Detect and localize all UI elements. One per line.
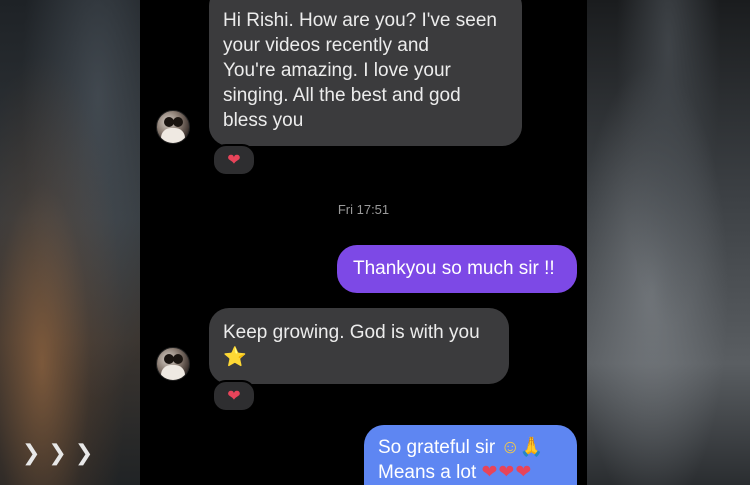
message-line: your videos recently and — [223, 35, 429, 56]
heart-reaction-icon[interactable]: ❤ — [212, 144, 256, 176]
incoming-message-bubble[interactable]: Hi Rishi. How are you? I've seen your vi… — [209, 0, 522, 146]
background-blur-left: ❯❯❯ — [0, 0, 140, 485]
grateful-emoji-icon: ☺🙏 — [500, 437, 544, 458]
star-emoji-icon: ⭐ — [223, 347, 247, 368]
background-blur-right — [587, 0, 750, 485]
outgoing-message-bubble[interactable]: So grateful sir ☺🙏 Means a lot ❤❤❤ — [364, 425, 577, 485]
message-timestamp: Fri 17:51 — [337, 202, 390, 217]
message-line: Means a lot — [378, 462, 477, 483]
chevron-icons: ❯❯❯ — [22, 440, 102, 465]
heart-reaction-icon[interactable]: ❤ — [212, 380, 256, 412]
incoming-message-bubble[interactable]: Keep growing. God is with you ⭐ — [209, 308, 509, 384]
message-line: singing. All the best and god — [223, 85, 461, 106]
outgoing-message-bubble[interactable]: Thankyou so much sir !! — [337, 245, 577, 293]
hearts-emoji-icon: ❤❤❤ — [481, 462, 533, 483]
message-line: So grateful sir — [378, 437, 496, 458]
sender-avatar[interactable] — [156, 347, 190, 381]
message-line: Keep growing. God is with you — [223, 322, 480, 343]
message-line: You're amazing. I love your — [223, 60, 451, 81]
sender-avatar[interactable] — [156, 110, 190, 144]
message-text: Thankyou so much sir !! — [353, 258, 555, 279]
message-line: Hi Rishi. How are you? I've seen — [223, 10, 497, 31]
chat-thread[interactable]: Hi Rishi. How are you? I've seen your vi… — [140, 0, 587, 485]
message-line: bless you — [223, 110, 304, 131]
